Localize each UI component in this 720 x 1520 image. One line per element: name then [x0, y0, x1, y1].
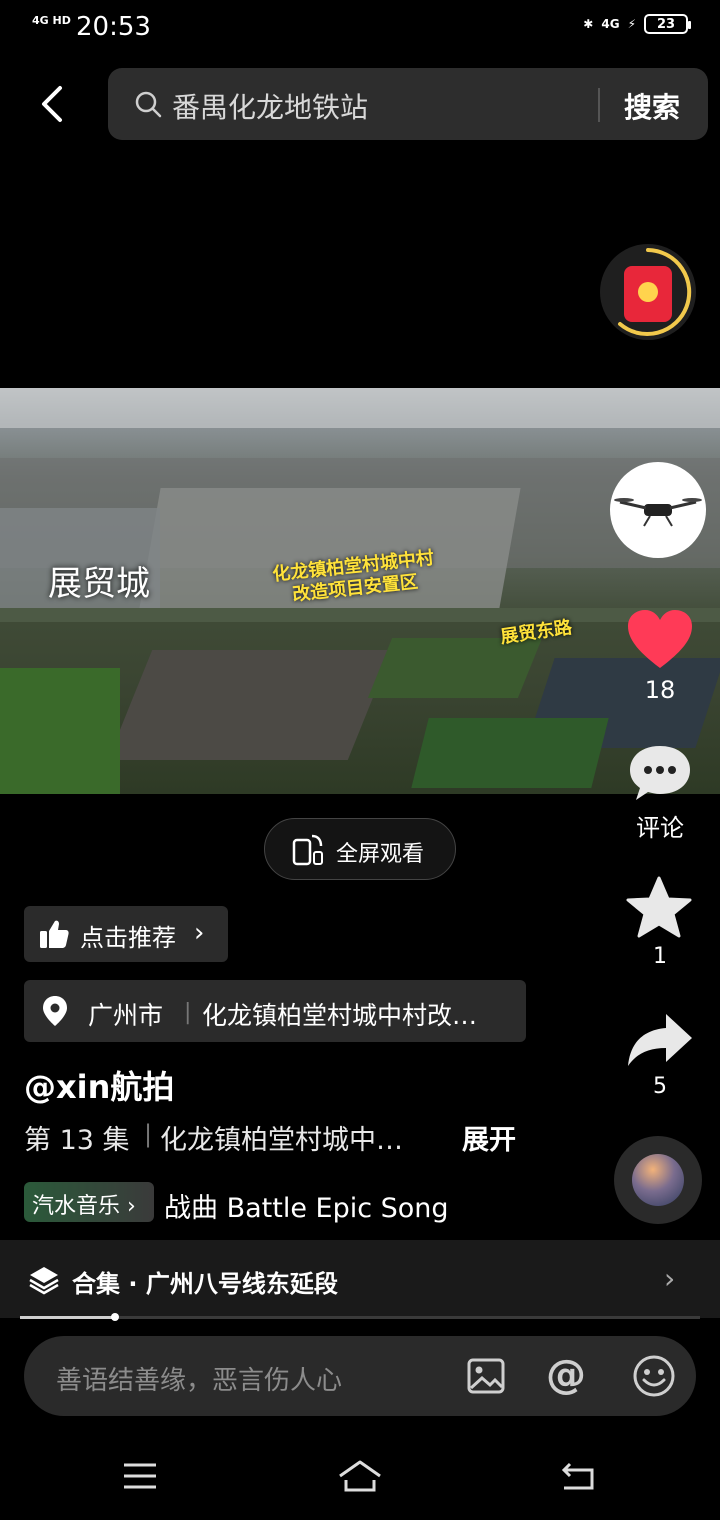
- episode-number: 第 13 集: [24, 1125, 130, 1156]
- chevron-right-icon: ›: [664, 1262, 676, 1295]
- heart-icon[interactable]: [626, 608, 694, 672]
- search-divider: [598, 88, 600, 122]
- share-count: 5: [653, 1074, 667, 1099]
- image-icon[interactable]: [466, 1356, 506, 1396]
- status-right: ✱ 4G ⚡ 23: [583, 14, 691, 34]
- music-app-tag-label: 汽水音乐 ›: [32, 1194, 136, 1219]
- layers-icon: [29, 1267, 59, 1295]
- search-icon: [135, 91, 162, 118]
- location-city: 广州市: [88, 1001, 164, 1030]
- back-icon[interactable]: [34, 80, 74, 128]
- location-place: 化龙镇柏堂村城中村改…: [202, 1001, 478, 1030]
- back-nav-icon[interactable]: [558, 1462, 598, 1492]
- thumbs-up-icon: [40, 920, 69, 948]
- video-progress-handle[interactable]: [111, 1313, 119, 1321]
- recommend-label: 点击推荐: [80, 924, 176, 952]
- comment-input[interactable]: 善语结善缘，恶言伤人心: [56, 1360, 342, 1397]
- star-icon[interactable]: [626, 876, 692, 940]
- location-separator: |: [184, 1000, 192, 1025]
- clock: 20:53: [76, 12, 151, 42]
- episode-separator: |: [144, 1120, 153, 1148]
- music-cover: [632, 1154, 684, 1206]
- music-title[interactable]: 战曲 Battle Epic Song: [164, 1186, 449, 1225]
- favorite-count: 1: [653, 944, 667, 969]
- search-input[interactable]: 番禺化龙地铁站: [172, 86, 368, 126]
- red-packet-coin: [638, 282, 658, 302]
- rotate-phone-icon: [292, 834, 323, 866]
- collection-label: 合集 · 广州八号线东延段: [72, 1270, 338, 1298]
- expand-button[interactable]: 展开: [462, 1118, 516, 1157]
- bluetooth-icon: ✱: [583, 17, 594, 31]
- comment-icon[interactable]: [628, 744, 692, 804]
- at-icon[interactable]: @: [546, 1352, 586, 1398]
- comment-label: 评论: [636, 814, 684, 842]
- search-button[interactable]: 搜索: [624, 86, 680, 126]
- fullscreen-label: 全屏观看: [336, 842, 425, 867]
- status-bar: 4G HD 20:53 ✱ 4G ⚡ 23: [0, 0, 720, 56]
- drone-icon: [614, 498, 702, 527]
- like-count: 18: [644, 676, 676, 704]
- network-indicator: 4G: [601, 17, 620, 31]
- author-name[interactable]: @xin航拍: [24, 1062, 174, 1108]
- home-icon[interactable]: [336, 1458, 384, 1494]
- location-pin-icon: [43, 996, 67, 1026]
- video-progress-fill: [20, 1316, 115, 1319]
- post-description: 化龙镇柏堂村城中…: [160, 1125, 403, 1156]
- menu-icon[interactable]: [122, 1462, 158, 1490]
- charging-icon: ⚡: [627, 17, 636, 31]
- video-progress-track[interactable]: [20, 1316, 700, 1319]
- share-icon[interactable]: [626, 1010, 694, 1070]
- signal-indicator: 4G HD: [32, 14, 71, 27]
- battery-indicator: 23: [644, 14, 691, 34]
- video-label-place: 展贸城: [48, 564, 150, 604]
- chevron-right-icon: ›: [194, 918, 205, 948]
- emoji-icon[interactable]: [632, 1354, 676, 1398]
- author-avatar[interactable]: [610, 462, 706, 558]
